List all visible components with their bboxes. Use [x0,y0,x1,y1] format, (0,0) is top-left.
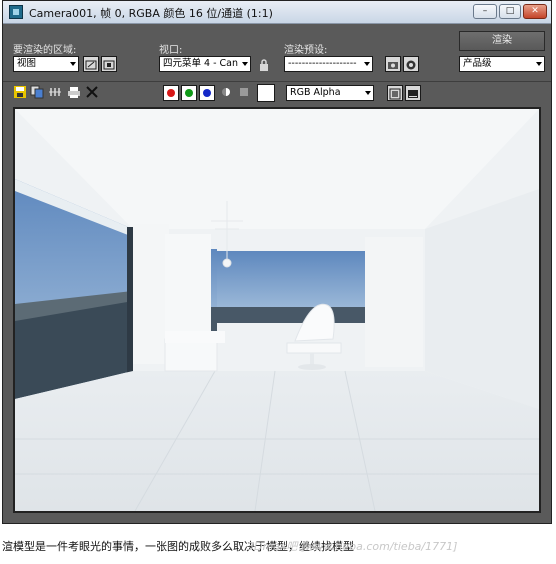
channel-dropdown[interactable]: RGB Alpha [286,85,374,101]
blue-channel-toggle[interactable] [199,85,215,101]
render-viewport[interactable] [13,107,541,513]
render-setup-icon[interactable] [385,56,401,72]
minimize-button[interactable]: – [473,4,497,19]
viewport-dropdown[interactable]: 四元菜单 4 - Can [159,56,251,72]
background-color-swatch[interactable] [257,84,275,102]
preset-dropdown[interactable]: -------------------- [284,56,373,72]
close-button[interactable]: ✕ [523,4,547,19]
mono-icon[interactable] [237,85,251,99]
area-dropdown[interactable]: 视图 [13,56,79,72]
red-channel-dot [167,89,175,97]
maximize-button[interactable]: □ [499,4,521,19]
title-bar[interactable]: Camera001, 帧 0, RGBA 颜色 16 位/通道 (1:1) – … [3,1,551,24]
print-icon[interactable] [67,85,81,99]
preset-label: 渲染预设: [284,45,328,56]
window-title: Camera001, 帧 0, RGBA 颜色 16 位/通道 (1:1) [29,7,273,20]
rendered-image [15,109,539,511]
environment-icon[interactable] [403,56,419,72]
app-icon [9,5,23,19]
display-toggle-icon[interactable] [387,85,403,101]
green-channel-dot [185,89,193,97]
clone-icon[interactable] [48,85,62,99]
region-edit-icon[interactable] [83,56,99,72]
toolbar-separator [3,81,551,82]
viewport-label: 视口: [159,45,183,56]
save-icon[interactable] [13,85,27,99]
frame-buffer-icon[interactable] [405,85,421,101]
blue-channel-dot [203,89,211,97]
copy-icon[interactable] [30,85,44,99]
area-label: 要渲染的区域: [13,45,77,56]
alpha-channel-icon[interactable] [219,85,233,99]
lock-icon[interactable] [257,57,271,71]
render-button[interactable]: 渲染 [459,31,545,51]
watermark-text: 3Dmax吧 [www.tieba.com/tieba/1771] [247,540,458,553]
clear-icon[interactable] [85,85,99,99]
green-channel-toggle[interactable] [181,85,197,101]
render-window: Camera001, 帧 0, RGBA 颜色 16 位/通道 (1:1) – … [2,0,552,524]
red-channel-toggle[interactable] [163,85,179,101]
auto-region-icon[interactable] [101,56,117,72]
quality-dropdown[interactable]: 产品级 [459,56,545,72]
